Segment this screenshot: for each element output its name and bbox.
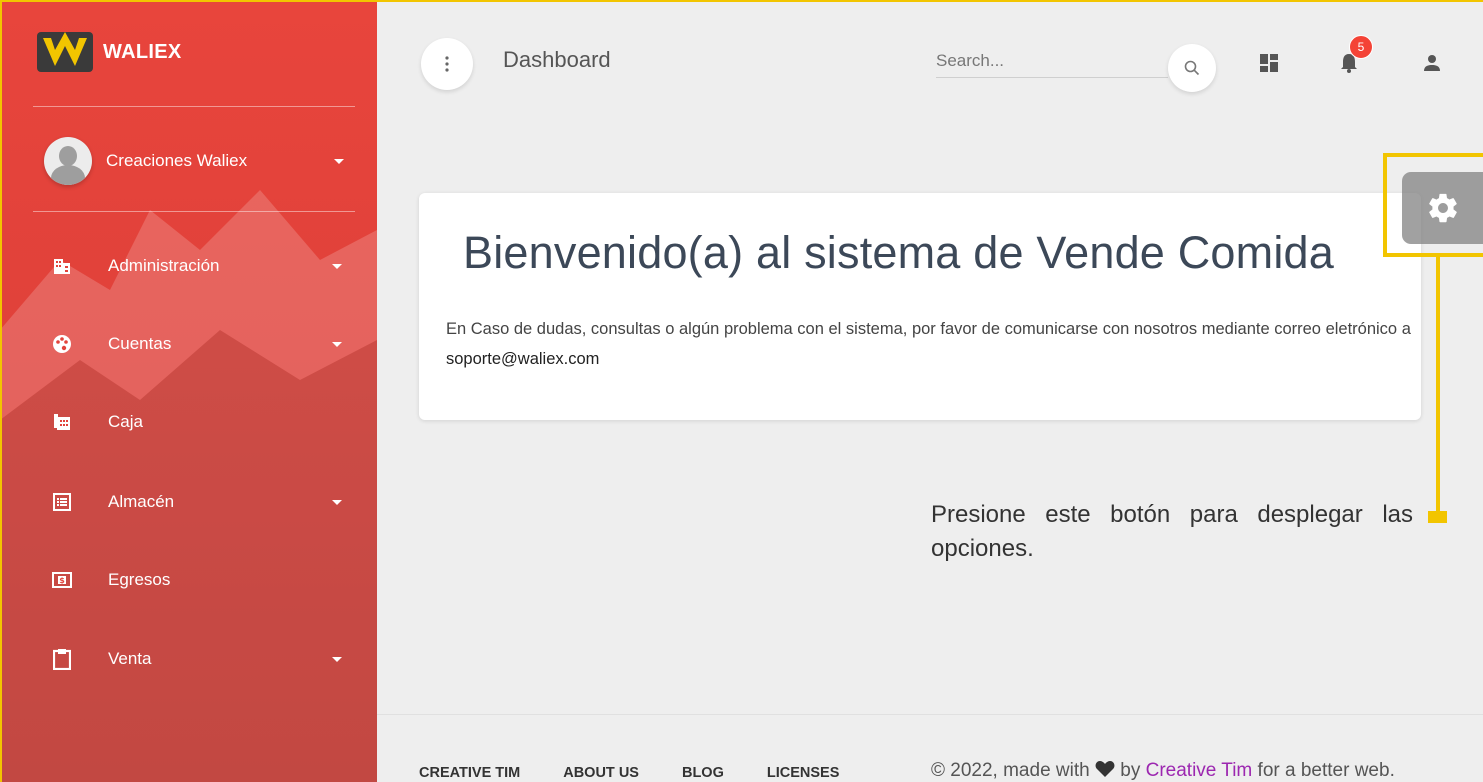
user-name: Creaciones Waliex bbox=[106, 151, 248, 170]
sidebar-divider bbox=[33, 211, 355, 212]
sidebar: WALIEX Creaciones Waliex Administración … bbox=[0, 0, 377, 782]
avatar bbox=[44, 137, 92, 185]
user-profile[interactable]: Creaciones Waliex bbox=[44, 136, 344, 186]
creative-tim-link[interactable]: Creative Tim bbox=[1146, 760, 1253, 781]
chevron-down-icon bbox=[332, 499, 342, 505]
palette-icon bbox=[52, 334, 72, 354]
footer-link-licenses[interactable]: LICENSES bbox=[767, 765, 840, 781]
person-icon bbox=[1424, 55, 1440, 71]
dashboard-icon bbox=[1260, 54, 1278, 72]
building-icon bbox=[52, 256, 72, 276]
copyright: © 2022, made with by Creative Tim for a … bbox=[931, 760, 1395, 782]
sidebar-item-venta[interactable]: Venta bbox=[52, 639, 342, 679]
welcome-card: Bienvenido(a) al sistema de Vende Comida… bbox=[419, 193, 1421, 420]
copyright-prefix: © 2022, made with bbox=[931, 760, 1090, 781]
brand[interactable]: WALIEX bbox=[37, 30, 181, 74]
waliex-logo-icon bbox=[37, 32, 93, 72]
annotation-highlight-box bbox=[1383, 153, 1483, 257]
welcome-message: En Caso de dudas, consultas o algún prob… bbox=[446, 314, 1421, 374]
money-icon: $ bbox=[52, 570, 72, 590]
dashboard-button[interactable] bbox=[1256, 50, 1282, 76]
copyright-suffix: for a better web. bbox=[1257, 760, 1395, 781]
search-input[interactable] bbox=[936, 44, 1168, 77]
welcome-message-text: En Caso de dudas, consultas o algún prob… bbox=[446, 320, 1411, 338]
list-icon bbox=[52, 492, 72, 512]
footer-nav: CREATIVE TIM ABOUT US BLOG LICENSES bbox=[419, 765, 882, 781]
annotation-marker bbox=[1428, 511, 1447, 523]
search-button[interactable] bbox=[1168, 44, 1216, 92]
footer-link-blog[interactable]: BLOG bbox=[682, 765, 724, 781]
welcome-title: Bienvenido(a) al sistema de Vende Comida bbox=[463, 227, 1334, 278]
chevron-down-icon bbox=[332, 263, 342, 269]
chevron-down-icon bbox=[334, 158, 344, 164]
notification-badge: 5 bbox=[1349, 35, 1373, 59]
page-title: Dashboard bbox=[503, 47, 611, 72]
sidebar-item-egresos[interactable]: $ Egresos bbox=[52, 560, 342, 600]
sidebar-item-label: Administración bbox=[108, 256, 220, 275]
sidebar-item-label: Caja bbox=[108, 412, 143, 431]
footer-divider bbox=[377, 714, 1483, 715]
brand-name: WALIEX bbox=[103, 40, 182, 63]
annotation-text: Presione este botón para desplegar las o… bbox=[931, 501, 1413, 562]
footer-link-about-us[interactable]: ABOUT US bbox=[563, 765, 639, 781]
cash-register-icon bbox=[52, 412, 72, 432]
clipboard-icon bbox=[52, 649, 72, 670]
sidebar-item-label: Almacén bbox=[108, 492, 175, 511]
footer-link-creative-tim[interactable]: CREATIVE TIM bbox=[419, 765, 520, 781]
sidebar-item-administracion[interactable]: Administración bbox=[52, 246, 342, 286]
search-field bbox=[936, 44, 1168, 78]
support-email[interactable]: soporte@waliex.com bbox=[446, 350, 599, 368]
more-vertical-icon bbox=[445, 56, 449, 72]
annotation-connector bbox=[1436, 257, 1440, 513]
more-options-button[interactable] bbox=[421, 38, 473, 90]
sidebar-divider bbox=[33, 106, 355, 107]
chevron-down-icon bbox=[332, 341, 342, 347]
chevron-down-icon bbox=[332, 656, 342, 662]
sidebar-item-caja[interactable]: Caja bbox=[52, 402, 342, 442]
svg-text:$: $ bbox=[59, 576, 65, 585]
sidebar-item-label: Cuentas bbox=[108, 334, 172, 353]
sidebar-item-almacen[interactable]: Almacén bbox=[52, 482, 342, 522]
copyright-by: by bbox=[1120, 760, 1141, 781]
sidebar-item-label: Egresos bbox=[108, 570, 171, 589]
search-icon bbox=[1184, 60, 1200, 76]
sidebar-item-label: Venta bbox=[108, 649, 152, 668]
user-account-button[interactable] bbox=[1419, 50, 1445, 76]
heart-icon bbox=[1095, 761, 1115, 777]
sidebar-item-cuentas[interactable]: Cuentas bbox=[52, 324, 342, 364]
